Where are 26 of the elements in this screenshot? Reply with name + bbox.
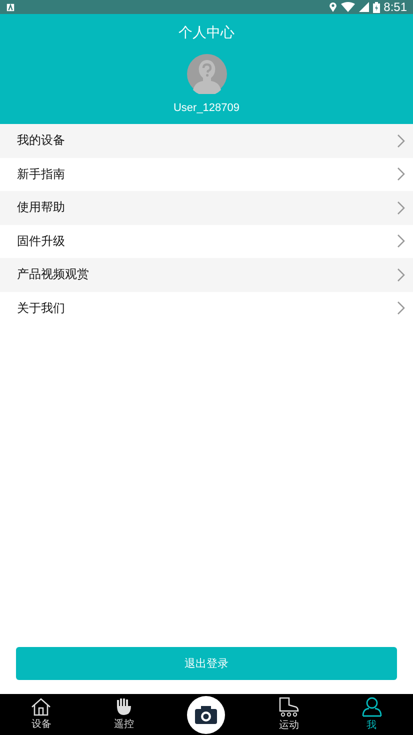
clock-time: 8:51 [384,0,407,14]
nav-tab[interactable]: 设备 [31,698,52,731]
nav-tab[interactable]: 遥控 [114,698,134,731]
wifi-icon [340,2,355,12]
menu-item[interactable]: 使用帮助 [0,191,413,224]
camera-button[interactable] [187,696,226,734]
chevron-icon [397,234,405,248]
signal-icon [358,2,369,12]
notification-icon [6,2,15,12]
chevron-icon [397,134,405,148]
username: User_128709 [173,102,240,114]
person-icon [362,697,382,717]
chevron-icon [397,268,405,282]
chevron-icon [397,167,405,182]
chevron-icon [397,301,405,316]
chevron-icon [397,200,405,215]
camera-icon [195,706,218,724]
nav-tab[interactable]: 运动 [279,697,300,732]
hand-icon [114,698,133,716]
nav-tab[interactable]: 我 [362,697,382,732]
menu-item[interactable]: 产品视频观赏 [0,258,413,292]
page-title: 个人中心 [178,24,234,42]
avatar-icon [186,54,226,94]
house-icon [31,698,52,716]
skate-icon [279,697,300,717]
menu-item[interactable]: 我的设备 [0,124,413,158]
